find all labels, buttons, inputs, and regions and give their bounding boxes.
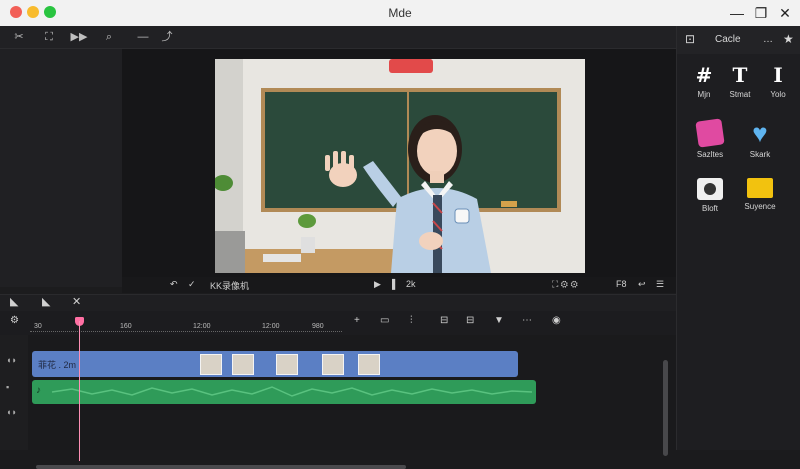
- crop-icon[interactable]: ▭: [380, 315, 389, 326]
- ruler-start-label: 30: [34, 323, 42, 330]
- track-select-icon[interactable]: ◣: [10, 295, 18, 308]
- track-move-icon[interactable]: ◣: [42, 295, 50, 308]
- effects-panel: ⊡ Cacle … ★ # Mjn T Stmat I Yolo Sazltes…: [676, 26, 800, 450]
- maximize-button[interactable]: ❐: [752, 4, 770, 22]
- timeline-tracks: ◖◗ ▪ ◖◗ 菲花 . 2m ♪: [0, 335, 676, 450]
- shortcut-f8[interactable]: F8: [616, 279, 627, 289]
- audio-track-icon[interactable]: ▪: [6, 382, 9, 392]
- item-label-bloft: Bloft: [701, 204, 718, 213]
- scissors-icon[interactable]: ✂: [10, 29, 28, 45]
- ruler-mark: 12:00: [262, 323, 280, 330]
- trim-icon[interactable]: ⊟: [466, 315, 474, 326]
- title-bar: Mde — ❐ ✕: [0, 0, 800, 27]
- more-icon[interactable]: …: [763, 34, 773, 45]
- video-clip[interactable]: 菲花 . 2m: [32, 351, 518, 377]
- minimize-button[interactable]: —: [728, 4, 746, 22]
- item-label-skark: Skark: [749, 150, 771, 159]
- cursor-icon[interactable]: I Yolo: [753, 62, 800, 99]
- audio-clip[interactable]: ♪: [32, 380, 536, 404]
- undo-icon[interactable]: ↶: [170, 279, 178, 290]
- zoom-label[interactable]: 2k: [406, 279, 416, 289]
- mute-icon[interactable]: ◖◗: [6, 407, 17, 417]
- ruler-mark: 12:00: [193, 323, 211, 330]
- export-icon[interactable]: ⤴: [158, 29, 176, 45]
- viewer-controls: ↶ ✓ KK录像机 ▶ ▌ 2k ⛶ ⚙ ⚙ F8 ↩ ☰: [122, 277, 676, 293]
- video-clip-label: 菲花 . 2m: [38, 360, 77, 370]
- search-icon[interactable]: ⌕: [100, 29, 118, 45]
- timeline-vscrollbar[interactable]: [663, 360, 668, 456]
- clip-thumbnail: [358, 354, 380, 375]
- item-label-yolo: Yolo: [770, 90, 786, 99]
- track-sidebar: ◖◗ ▪ ◖◗: [0, 335, 28, 450]
- close-button[interactable]: ✕: [776, 4, 794, 22]
- clip-thumbnail: [322, 354, 344, 375]
- speech-bubble-icon[interactable]: Suyence: [735, 178, 785, 211]
- check-icon[interactable]: ✓: [188, 279, 196, 290]
- snap-icon[interactable]: ⋯: [522, 315, 532, 326]
- split-icon[interactable]: ⫶: [410, 315, 413, 326]
- playhead[interactable]: [79, 321, 80, 461]
- clip-thumbnail: [276, 354, 298, 375]
- panel-tabs: ⊡ Cacle … ★: [677, 26, 800, 54]
- panel-tab-label[interactable]: Cacle: [715, 34, 741, 45]
- top-toolbar: ✂ ⛶ ▶▶ ⌕ — ⤴: [0, 26, 676, 49]
- project-name: KK录像机: [210, 281, 250, 291]
- freeze-icon[interactable]: ⊟: [440, 315, 448, 326]
- star-icon[interactable]: ★: [783, 32, 794, 46]
- video-track-visibility-icon[interactable]: ◖◗: [6, 355, 17, 365]
- pause-button[interactable]: ▌: [392, 279, 398, 289]
- timeline-header: ◣ ◣ ✕: [0, 294, 676, 311]
- heart-icon[interactable]: ♥ Skark: [735, 120, 785, 159]
- sticker-icon[interactable]: Sazltes: [685, 118, 735, 159]
- return-icon[interactable]: ↩: [638, 279, 646, 290]
- ruler-track[interactable]: [30, 325, 342, 332]
- minus-icon[interactable]: —: [134, 29, 152, 45]
- timeline-ruler: ⚙ 30 160 12:00 12:00 980 + ▭ ⫶ ⊟ ⊟ ▼ ⋯ ◉: [0, 311, 676, 335]
- panel-toggle-icon[interactable]: ⊡: [685, 32, 695, 46]
- ruler-mark: 160: [120, 323, 132, 330]
- fullscreen-icon[interactable]: ⛶: [40, 29, 58, 45]
- item-label-stmat: Stmat: [729, 90, 751, 99]
- item-label-suyence: Suyence: [744, 202, 776, 211]
- skip-icon[interactable]: ▶▶: [70, 29, 88, 45]
- clip-thumbnail: [232, 354, 254, 375]
- timeline-hscrollbar[interactable]: [36, 465, 406, 469]
- settings-icon[interactable]: ⚙: [10, 315, 19, 326]
- item-label-sazltes: Sazltes: [696, 150, 724, 159]
- play-button[interactable]: ▶: [374, 279, 381, 290]
- media-pane: [0, 49, 122, 287]
- window-title: Mde: [388, 6, 412, 20]
- menu-icon[interactable]: ☰: [656, 279, 664, 290]
- marker-icon[interactable]: ▼: [494, 315, 504, 326]
- clip-thumbnail: [200, 354, 222, 375]
- item-label-mjn: Mjn: [697, 90, 711, 99]
- camera-icon[interactable]: Bloft: [685, 178, 735, 213]
- ruler-mark: 980: [312, 323, 324, 330]
- add-icon[interactable]: +: [354, 315, 360, 326]
- speed-icon[interactable]: ◉: [552, 315, 561, 326]
- preview-viewer: [122, 49, 676, 277]
- video-frame: [215, 59, 585, 273]
- render-settings[interactable]: ⛶ ⚙ ⚙: [552, 279, 578, 290]
- close-icon[interactable]: ✕: [72, 295, 81, 308]
